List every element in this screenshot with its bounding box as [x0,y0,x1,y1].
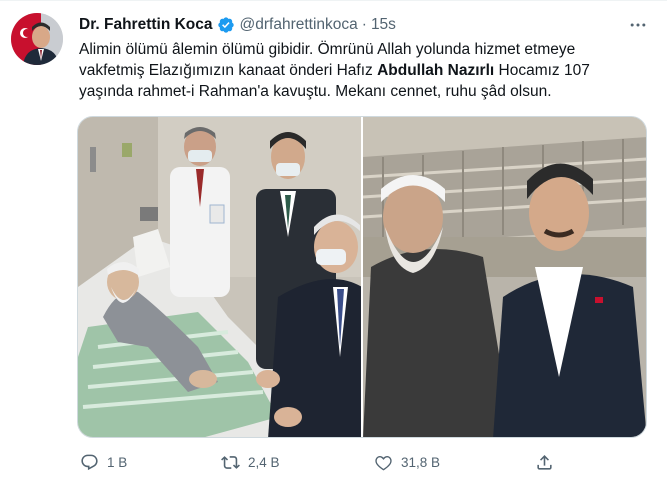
like-button[interactable]: 31,8 B [368,447,440,477]
tweet-media [77,116,647,438]
tweet-actions: 1 B 2,4 B 31,8 B [74,447,554,477]
like-count: 31,8 B [401,454,441,470]
separator-dot: · [361,16,367,33]
more-dots-icon [630,23,646,27]
timestamp[interactable]: 15s [371,16,396,34]
avatar-image [11,13,63,65]
verified-badge-icon [217,16,235,34]
tweet[interactable]: Dr. Fahrettin Koca @drfahrettinkoca · 15… [0,0,667,487]
retweet-count: 2,4 B [248,454,280,470]
tweet-header: Dr. Fahrettin Koca @drfahrettinkoca · 15… [79,14,396,36]
tweet-text-bold-name: Abdullah Nazırlı [377,62,495,79]
handle[interactable]: @drfahrettinkoca [240,16,358,34]
share-icon [529,447,559,477]
heart-icon [368,447,398,477]
avatar[interactable] [11,13,63,65]
retweet-button[interactable]: 2,4 B [215,447,280,477]
share-button[interactable] [529,447,559,477]
reply-count: 1 B [107,454,128,470]
photo-with-scholar[interactable] [363,117,646,437]
more-options-button[interactable] [624,11,652,39]
display-name[interactable]: Dr. Fahrettin Koca [79,16,213,34]
retweet-icon [215,447,245,477]
tweet-text: Alimin ölümü âlemin ölümü gibidir. Ömrün… [79,39,639,102]
reply-icon [74,447,104,477]
reply-button[interactable]: 1 B [74,447,127,477]
photo-hospital-visit[interactable] [78,117,361,437]
